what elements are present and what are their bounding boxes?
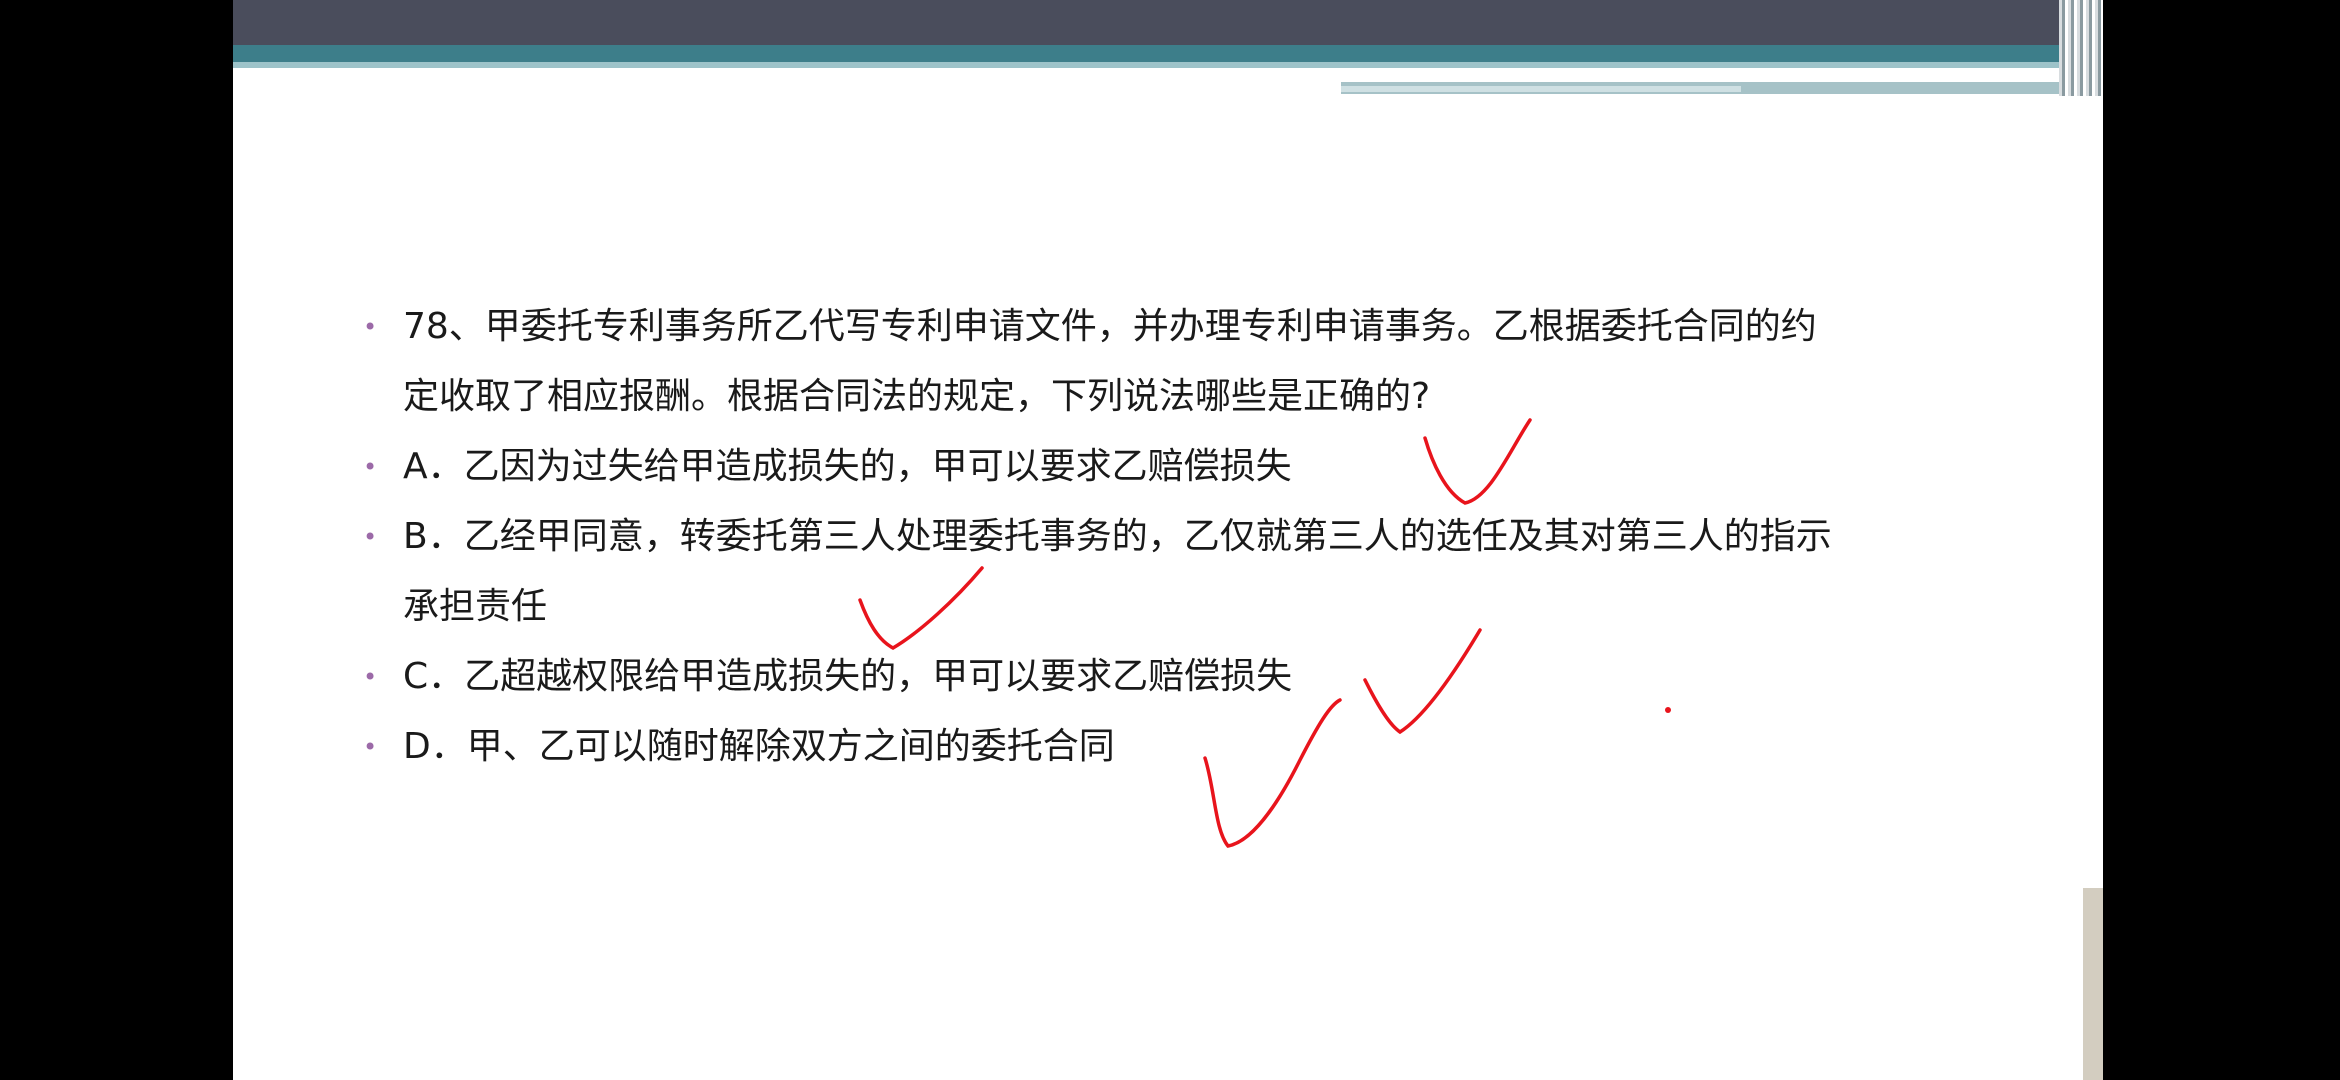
bullet-icon: •	[363, 523, 378, 551]
slide-header-bar	[233, 0, 2103, 45]
option-c: C．乙超越权限给甲造成损失的，甲可以要求乙赔偿损失	[403, 656, 1293, 697]
slide-header-accent	[233, 45, 2103, 62]
option-a-item: • A．乙因为过失给甲造成损失的，甲可以要求乙赔偿损失	[363, 432, 1843, 502]
slide-header-highlight	[1343, 73, 1733, 79]
bullet-icon: •	[363, 313, 378, 341]
option-c-item: • C．乙超越权限给甲造成损失的，甲可以要求乙赔偿损失	[363, 642, 1843, 712]
question-stem: 78、甲委托专利事务所乙代写专利申请文件，并办理专利申请事务。乙根据委托合同的约…	[403, 306, 1817, 417]
presenter-video-thumbnail[interactable]	[2083, 888, 2103, 1080]
slide-header-underline-light	[1341, 86, 1741, 92]
bullet-icon: •	[363, 663, 378, 691]
slide-canvas: • 78、甲委托专利事务所乙代写专利申请文件，并办理专利申请事务。乙根据委托合同…	[233, 0, 2103, 1080]
bullet-icon: •	[363, 453, 378, 481]
option-a: A．乙因为过失给甲造成损失的，甲可以要求乙赔偿损失	[403, 446, 1292, 487]
question-list: • 78、甲委托专利事务所乙代写专利申请文件，并办理专利申请事务。乙根据委托合同…	[363, 292, 1843, 782]
slide-header-stripes	[2059, 0, 2103, 96]
question-stem-item: • 78、甲委托专利事务所乙代写专利申请文件，并办理专利申请事务。乙根据委托合同…	[363, 292, 1843, 432]
option-d-item: • D．甲、乙可以随时解除双方之间的委托合同	[363, 712, 1843, 782]
option-d: D．甲、乙可以随时解除双方之间的委托合同	[403, 726, 1115, 767]
option-b-item: • B．乙经甲同意，转委托第三人处理委托事务的，乙仅就第三人的选任及其对第三人的…	[363, 502, 1843, 642]
option-b: B．乙经甲同意，转委托第三人处理委托事务的，乙仅就第三人的选任及其对第三人的指示…	[403, 516, 1832, 627]
bullet-icon: •	[363, 733, 378, 761]
slide-header-light-band	[233, 62, 2103, 68]
background-shelf	[2083, 888, 2103, 1080]
